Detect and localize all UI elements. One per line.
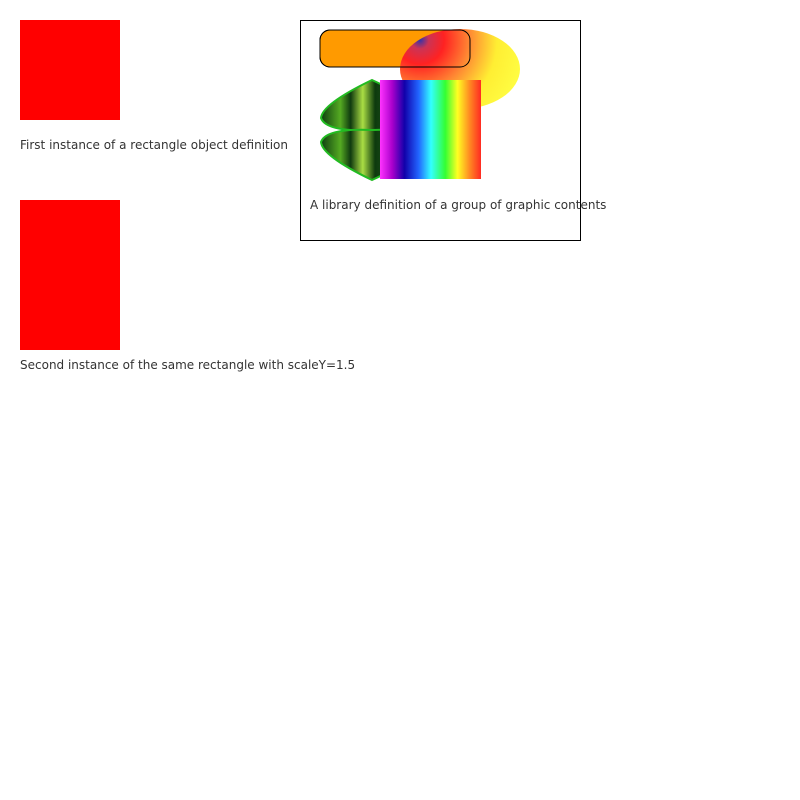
second-instance-caption: Second instance of the same rectangle wi… <box>20 358 356 372</box>
first-instance-caption: First instance of a rectangle object def… <box>20 138 289 152</box>
red-rectangle-instance-2 <box>20 200 120 350</box>
library-caption: A library definition of a group of graph… <box>310 198 607 212</box>
red-rectangle-instance-1 <box>20 20 120 120</box>
